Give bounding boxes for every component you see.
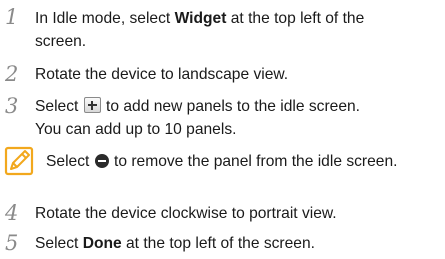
note-text: Select to remove the panel from the idle… [46,150,441,173]
step-text-part: screen. [35,33,87,50]
step-text-part: Select [35,235,83,252]
step-text-part: You can add up to 10 panels. [35,121,237,138]
step-text: Rotate the device clockwise to portrait … [35,205,337,222]
minus-circle-icon [94,154,109,168]
note-text-part: to remove the panel from the idle screen… [109,153,398,170]
step-number: 4 [5,201,19,225]
step-text-bold: Done [82,235,122,252]
plus-button-icon [83,97,101,113]
step-text: Rotate the device to landscape view. [35,66,289,83]
step-text: Select Done at the top left of the scree… [35,232,441,255]
step-text-part: at the top left of the screen. [121,235,315,252]
step-text-part: In Idle mode, select [35,10,175,27]
step-text: Select to add new panels to the idle scr… [35,95,441,141]
note-pencil-icon [4,146,34,176]
step-number: 2 [5,62,19,86]
note-text-part: Select [46,153,94,170]
step-number: 5 [5,231,19,255]
step-text-part: Select [35,98,83,115]
step-text-part: at the top left of the [226,10,365,27]
step-number: 3 [5,94,19,118]
step-number: 1 [5,5,19,29]
step-text: In Idle mode, select Widget at the top l… [35,7,441,53]
step-text-part: to add new panels to the idle screen. [101,98,361,115]
step-text-bold: Widget [174,10,227,27]
